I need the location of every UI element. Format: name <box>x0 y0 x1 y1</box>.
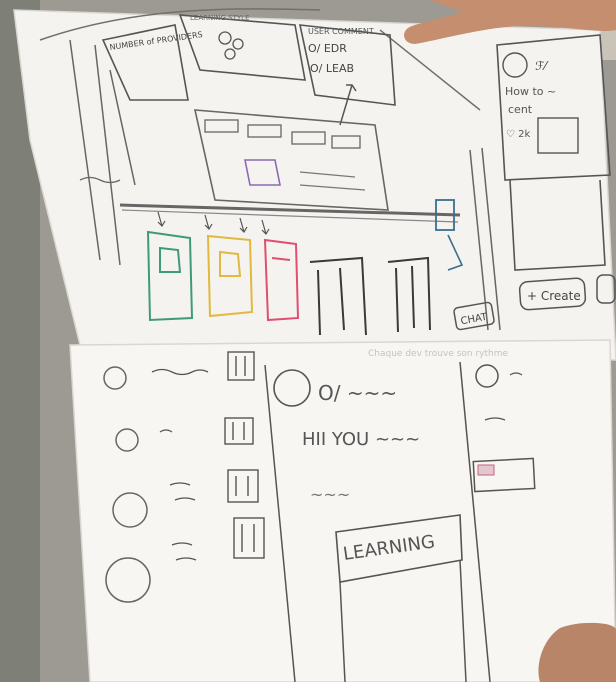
photo-scene: NUMBER of PROVIDERS LEARNING STYLE USER … <box>0 0 616 682</box>
sticky-line-1: USER COMMENT <box>308 27 374 36</box>
thumbnail-text-3: ♡ 2k <box>506 129 531 140</box>
greeting-line-1: O/ ~~~ <box>318 381 397 405</box>
bottom-paper-sheet: Chaque dev trouve son rythme O/ ~~~ HII … <box>69 339 616 682</box>
thumbnail-text-1: How to ~ <box>505 85 556 98</box>
thumbnail-text-2: cent <box>508 103 533 116</box>
top-paper-sheet: NUMBER of PROVIDERS LEARNING STYLE USER … <box>13 8 616 361</box>
sticky-line-2: O/ EDR <box>308 42 347 55</box>
greeting-line-2: HII YOU ~~~ <box>302 429 420 450</box>
greeting-line-3: ~~~ <box>310 485 350 504</box>
create-label: + Create <box>527 289 581 303</box>
faint-header-text: Chaque dev trouve son rythme <box>368 349 509 359</box>
header-scribble-text: LEARNING STYLE <box>190 14 249 22</box>
sticky-line-3: O/ LEAB <box>310 62 354 75</box>
